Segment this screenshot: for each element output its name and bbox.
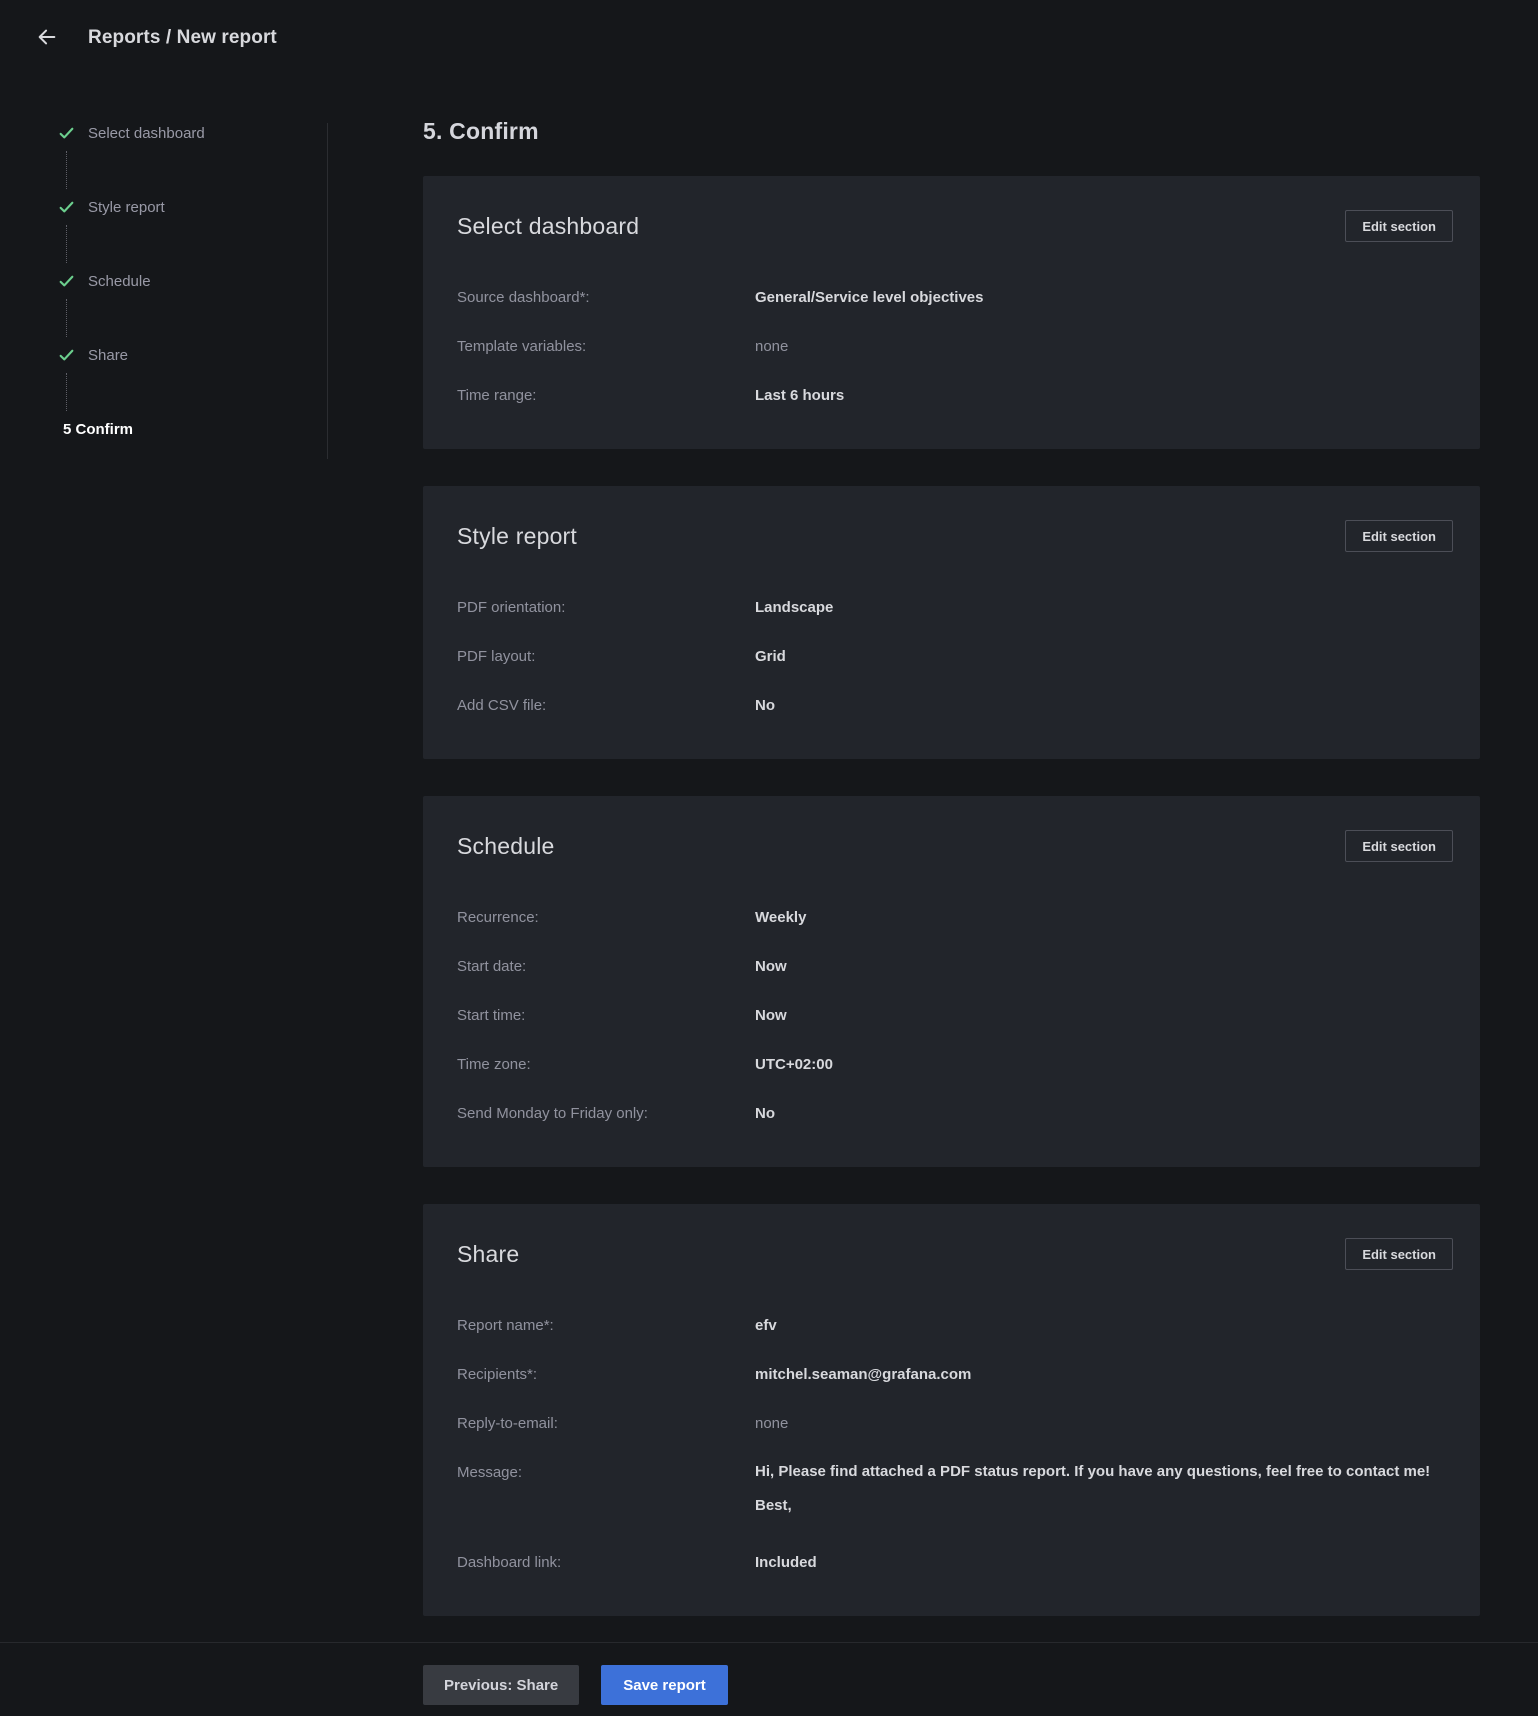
summary-card-share: Share Edit section Report name*: efv Recipie… [423, 1204, 1480, 1616]
summary-row: Source dashboard*: General/Service level … [457, 288, 1453, 307]
stepper-item-label: Style report [88, 198, 165, 216]
check-icon [57, 124, 75, 142]
check-icon [57, 198, 75, 216]
check-icon [57, 272, 75, 290]
stepper-item-label: 5 Confirm [63, 420, 134, 438]
check-icon [57, 346, 75, 364]
stepper-column: Select dashboard Style report Schedule Shar… [0, 76, 328, 459]
confirm-heading: 5. Confirm [423, 118, 539, 144]
stepper-connector [66, 373, 67, 411]
row-label: Time zone: [457, 1056, 531, 1073]
row-value: Grid [755, 648, 786, 665]
row-value: none [755, 1415, 789, 1432]
row-value: No [755, 1105, 775, 1122]
stepper-item-label: Select dashboard [88, 124, 205, 142]
stepper-item-style-report[interactable]: Style report [57, 197, 327, 217]
summary-row: Template variables: none [457, 337, 1453, 356]
footer-bar: Previous: Share Save report [0, 1642, 1538, 1716]
arrow-left-icon [36, 26, 58, 51]
summary-row: Dashboard link: Included [457, 1553, 1453, 1572]
wizard-stepper: Select dashboard Style report Schedule Shar… [57, 123, 328, 459]
row-value: efv [755, 1317, 777, 1334]
row-value: Now [755, 958, 787, 975]
new-report-page: Reports / New report Select dashboard Sty… [0, 0, 1538, 1716]
stepper-item-label: Share [88, 346, 129, 364]
row-value: Weekly [755, 909, 807, 926]
summary-row: Start time: Now [457, 1006, 1453, 1025]
stepper-connector [66, 225, 67, 263]
row-value: Included [755, 1554, 817, 1571]
stepper-item-select-dashboard[interactable]: Select dashboard [57, 123, 327, 143]
row-label: Recipients*: [457, 1366, 538, 1383]
summary-card-style-report: Style report Edit section PDF orientation:… [423, 486, 1480, 759]
sections-container: Select dashboard Edit section Source dashb… [423, 176, 1480, 1616]
row-value: Now [755, 1007, 787, 1024]
stepper-item-5-confirm[interactable]: 5 Confirm [63, 419, 327, 439]
stepper-connector [66, 151, 67, 189]
row-label: Start time: [457, 1007, 526, 1024]
back-button[interactable] [30, 21, 64, 55]
card-title: Share [457, 1241, 520, 1267]
row-value: No [755, 697, 775, 714]
card-title: Style report [457, 523, 578, 549]
summary-row: Recurrence: Weekly [457, 908, 1453, 927]
stepper-item-schedule[interactable]: Schedule [57, 271, 327, 291]
page-header: Reports / New report [0, 0, 1538, 76]
summary-row: PDF orientation: Landscape [457, 598, 1453, 617]
summary-row: Reply-to-email: none [457, 1414, 1453, 1433]
row-label: Start date: [457, 958, 527, 975]
summary-card-schedule: Schedule Edit section Recurrence: Weekly Sta… [423, 796, 1480, 1167]
row-label: Report name*: [457, 1317, 554, 1334]
edit-section-button-select-dashboard[interactable]: Edit section [1345, 210, 1453, 242]
row-label: PDF layout: [457, 648, 536, 665]
summary-row: Send Monday to Friday only: No [457, 1104, 1453, 1123]
summary-row: PDF layout: Grid [457, 647, 1453, 666]
card-header: Style report Edit section [457, 520, 1453, 552]
summary-row: Report name*: efv [457, 1316, 1453, 1335]
summary-row: Recipients*: mitchel.seaman@grafana.com [457, 1365, 1453, 1384]
row-value: General/Service level objectives [755, 289, 984, 306]
row-label: Message: [457, 1464, 523, 1481]
row-value: Landscape [755, 599, 834, 616]
page-body: Select dashboard Style report Schedule Shar… [0, 76, 1538, 1642]
row-label: Time range: [457, 387, 537, 404]
card-header: Schedule Edit section [457, 830, 1453, 862]
row-label: Send Monday to Friday only: [457, 1105, 648, 1122]
card-header: Select dashboard Edit section [457, 210, 1453, 242]
previous-step-button[interactable]: Previous: Share [423, 1665, 580, 1705]
row-label: Add CSV file: [457, 697, 547, 714]
row-value: Last 6 hours [755, 387, 845, 404]
summary-row: Message: Hi, Please find attached a PDF s… [457, 1463, 1453, 1523]
summary-row: Start date: Now [457, 957, 1453, 976]
summary-row: Time zone: UTC+02:00 [457, 1055, 1453, 1074]
edit-section-button-share[interactable]: Edit section [1345, 1238, 1453, 1270]
page-title: Reports / New report [88, 27, 277, 48]
main-content: 5. Confirm Select dashboard Edit section S… [423, 76, 1480, 1642]
stepper-item-label: Schedule [88, 272, 151, 290]
row-label: Template variables: [457, 338, 587, 355]
card-title: Select dashboard [457, 213, 640, 239]
stepper-connector [66, 299, 67, 337]
row-label: Source dashboard*: [457, 289, 590, 306]
summary-card-select-dashboard: Select dashboard Edit section Source dashb… [423, 176, 1480, 449]
row-label: Recurrence: [457, 909, 539, 926]
row-value: Hi, Please find attached a PDF status re… [755, 1463, 1431, 1514]
save-report-button[interactable]: Save report [601, 1665, 728, 1705]
summary-row: Time range: Last 6 hours [457, 386, 1453, 405]
row-label: PDF orientation: [457, 599, 566, 616]
row-label: Reply-to-email: [457, 1415, 558, 1432]
row-label: Dashboard link: [457, 1554, 562, 1571]
row-value: mitchel.seaman@grafana.com [755, 1366, 972, 1383]
row-value: none [755, 338, 789, 355]
edit-section-button-style-report[interactable]: Edit section [1345, 520, 1453, 552]
edit-section-button-schedule[interactable]: Edit section [1345, 830, 1453, 862]
card-title: Schedule [457, 833, 555, 859]
summary-row: Add CSV file: No [457, 696, 1453, 715]
row-value: UTC+02:00 [755, 1056, 833, 1073]
card-header: Share Edit section [457, 1238, 1453, 1270]
stepper-item-share[interactable]: Share [57, 345, 327, 365]
